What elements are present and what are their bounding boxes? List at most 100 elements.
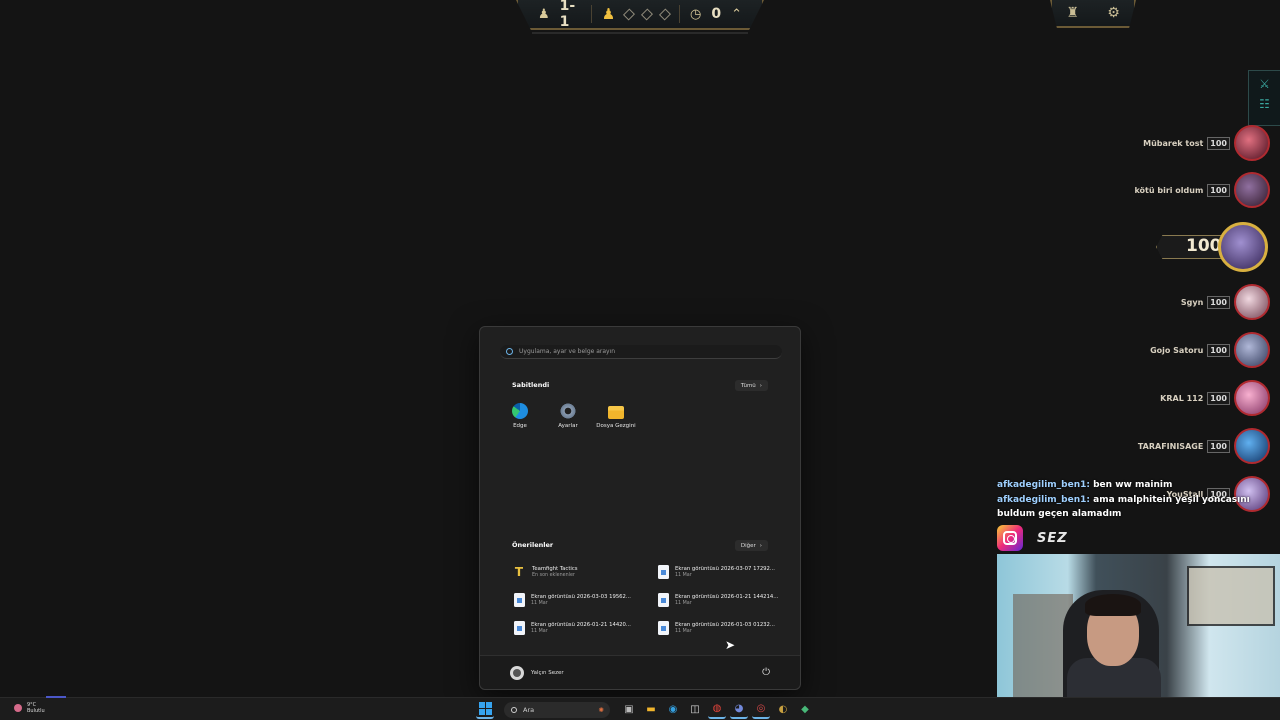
stage-icon: ♟ — [538, 6, 550, 22]
avatar — [1234, 380, 1270, 416]
search-icon — [506, 348, 513, 355]
gold-count: 0 — [711, 6, 722, 22]
recommended-item[interactable]: Ekran görüntüsü 2026-03-03 19562... 11 M… — [514, 590, 644, 610]
weather-widget[interactable]: 9°C Bulutlu — [14, 702, 45, 714]
player-hp: 100 — [1207, 183, 1230, 197]
pinned-app-label: Dosya Gezgini — [596, 423, 636, 429]
task-view-icon[interactable]: ▣ — [620, 701, 638, 719]
player-hp: 100 — [1207, 343, 1230, 357]
image-file-icon — [658, 565, 669, 579]
chevron-up-icon[interactable]: ⌃ — [731, 7, 742, 22]
pinned-heading: Sabitlendi — [512, 381, 550, 389]
team-planner-icon[interactable]: ♜ — [1066, 5, 1079, 21]
user-account-button[interactable]: Yalçın Sezer — [510, 665, 564, 680]
image-file-icon — [514, 621, 525, 635]
recommended-subtitle: 11 Mar — [675, 573, 692, 578]
player-row[interactable]: Gojo Satoru 100 — [1150, 331, 1270, 369]
search-highlight-icon: ✺ — [598, 705, 604, 714]
player-row[interactable]: Sgyn 100 — [1181, 283, 1270, 321]
recommended-subtitle: 11 Mar — [531, 601, 548, 606]
chrome-icon[interactable]: ◍ — [708, 701, 726, 719]
recommended-title: Ekran görüntüsü 2026-01-03 01232... — [675, 622, 775, 628]
start-menu: Uygulama, ayar ve belge arayın Sabitlend… — [479, 326, 801, 690]
desktop: ♟ 1-1 ♟ ◷ 0 ⌃ ♜ ⚙ ⚔ ☷ Mübarek tost 100 k… — [0, 0, 1280, 720]
brand-logo: SEZ — [1037, 530, 1068, 546]
settings-icon[interactable]: ⚙ — [1107, 5, 1120, 21]
start-menu-footer: Yalçın Sezer ⏻ — [480, 655, 800, 689]
recommended-subtitle: 11 Mar — [675, 601, 692, 606]
chevron-right-icon: › — [759, 382, 762, 389]
store-icon[interactable]: ◫ — [686, 701, 704, 719]
recommended-title: Ekran görüntüsü 2026-03-03 19562... — [531, 594, 631, 600]
chat-message: afkadegilim_ben1: ama malphitein yeşil y… — [997, 493, 1280, 522]
search-icon — [511, 706, 517, 713]
power-icon[interactable]: ⏻ — [762, 667, 770, 678]
recommended-item[interactable]: Ekran görüntüsü 2026-03-07 17292... 11 M… — [658, 562, 788, 582]
start-button[interactable] — [476, 701, 494, 719]
webcam-person-hair — [1085, 594, 1141, 616]
player-hp: 100 — [1207, 295, 1230, 309]
chat-text: ben ww mainim — [1089, 480, 1173, 490]
weather-desc: Bulutlu — [27, 708, 45, 714]
player-hp: 100 — [1207, 439, 1230, 453]
player-row[interactable]: kötü biri oldum 100 — [1134, 171, 1270, 209]
current-player[interactable]: 100 — [1156, 222, 1270, 272]
all-apps-button[interactable]: Tümü › — [734, 380, 768, 391]
recommended-item[interactable]: Ekran görüntüsü 2026-01-21 14420... 11 M… — [514, 618, 644, 638]
recommended-item[interactable]: Ekran görüntüsü 2026-01-21 144214... 11 … — [658, 590, 788, 610]
player-name: kötü biri oldum — [1134, 185, 1204, 195]
avatar — [1234, 284, 1270, 320]
avatar — [1234, 172, 1270, 208]
player-row[interactable]: KRAL 112 100 — [1160, 379, 1270, 417]
recommended-title: Ekran görüntüsü 2026-03-07 17292... — [675, 566, 775, 572]
side-panel-tabs: ⚔ ☷ — [1248, 70, 1280, 126]
discord-icon[interactable]: ◕ — [730, 701, 748, 719]
pinned-app-file-explorer[interactable]: Dosya Gezgini — [592, 403, 640, 429]
riot-client-icon[interactable]: ◎ — [752, 701, 770, 719]
avatar — [1234, 125, 1270, 161]
diamond-icon — [623, 8, 636, 20]
timer-icon: ◷ — [689, 6, 702, 22]
tft-icon: T — [514, 565, 524, 579]
player-row[interactable]: TARAFINISAGE 100 — [1138, 427, 1270, 465]
file-explorer-icon[interactable]: ▬ — [642, 701, 660, 719]
avatar — [510, 665, 524, 680]
settings-icon — [560, 403, 576, 419]
stream-chat: afkadegilim_ben1: ben ww mainim afkadegi… — [997, 478, 1280, 522]
edge-icon[interactable]: ◉ — [664, 701, 682, 719]
player-name: Gojo Satoru — [1150, 345, 1204, 355]
more-button[interactable]: Diğer › — [734, 540, 768, 551]
hud-right-buttons: ♜ ⚙ — [1050, 0, 1136, 28]
pinned-app-edge[interactable]: Edge — [496, 403, 544, 429]
mouse-cursor-icon: ➤ — [725, 638, 736, 652]
all-apps-label: Tümü — [740, 382, 756, 389]
social-overlay: SEZ — [997, 524, 1117, 552]
crossed-swords-icon[interactable]: ⚔ — [1249, 77, 1280, 91]
windows-icon — [478, 702, 492, 715]
start-search-input[interactable]: Uygulama, ayar ve belge arayın — [500, 345, 782, 359]
taskbar: 9°C Bulutlu Ara ✺ ▣ ▬ ◉ ◫ ◍ ◕ ◎ ◐ ◆ — [0, 696, 1280, 720]
avatar — [1234, 332, 1270, 368]
instagram-icon — [997, 525, 1023, 551]
folder-icon — [608, 406, 624, 419]
weather-icon — [14, 704, 22, 712]
hud-divider — [532, 32, 748, 34]
image-file-icon — [514, 593, 525, 607]
image-file-icon — [658, 593, 669, 607]
chat-message: afkadegilim_ben1: ben ww mainim — [997, 478, 1280, 493]
divider — [679, 5, 680, 23]
recommended-subtitle: 11 Mar — [531, 629, 548, 634]
player-row[interactable]: Mübarek tost 100 — [1143, 124, 1270, 162]
taskbar-apps: Ara ✺ ▣ ▬ ◉ ◫ ◍ ◕ ◎ ◐ ◆ — [476, 700, 814, 719]
pinned-app-settings[interactable]: Ayarlar — [544, 403, 592, 429]
player-name: Mübarek tost — [1143, 138, 1204, 148]
game-stage-bar: ♟ 1-1 ♟ ◷ 0 ⌃ — [516, 0, 764, 30]
group-icon[interactable]: ☷ — [1249, 97, 1280, 111]
webcam-overlay — [997, 554, 1280, 714]
recommended-item[interactable]: Ekran görüntüsü 2026-01-03 01232... 11 M… — [658, 618, 788, 638]
league-icon[interactable]: ◐ — [774, 701, 792, 719]
recommended-item[interactable]: T Teamfight Tactics En son eklenenler — [512, 562, 642, 582]
app-icon[interactable]: ◆ — [796, 701, 814, 719]
taskbar-search[interactable]: Ara ✺ — [504, 701, 610, 718]
weather-accent — [46, 696, 66, 698]
